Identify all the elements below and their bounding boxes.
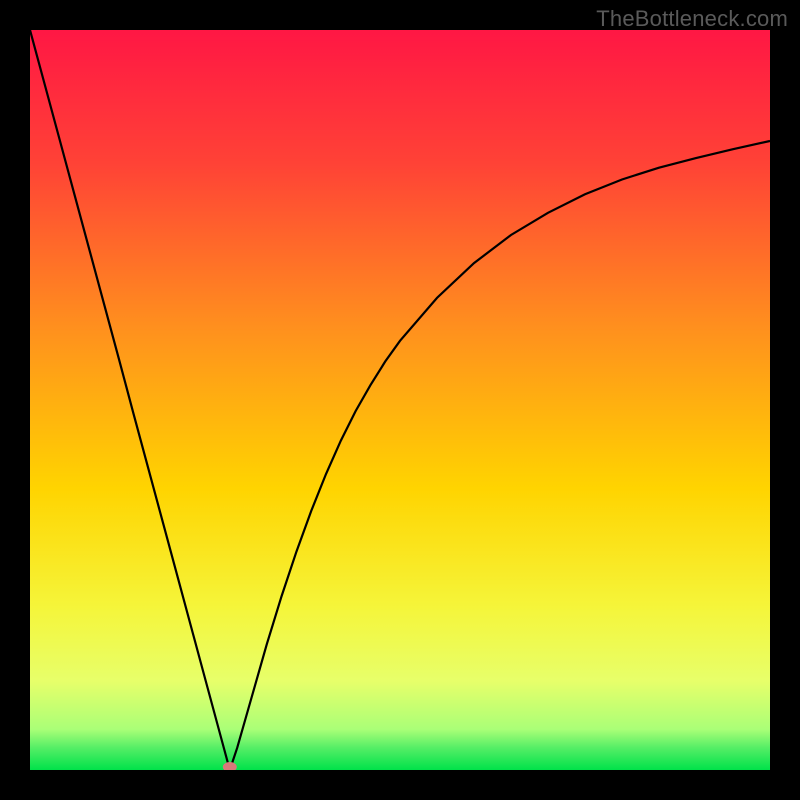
plot-area — [30, 30, 770, 770]
watermark-label: TheBottleneck.com — [596, 6, 788, 32]
chart-svg — [30, 30, 770, 770]
gradient-background — [30, 30, 770, 770]
chart-frame: TheBottleneck.com — [0, 0, 800, 800]
